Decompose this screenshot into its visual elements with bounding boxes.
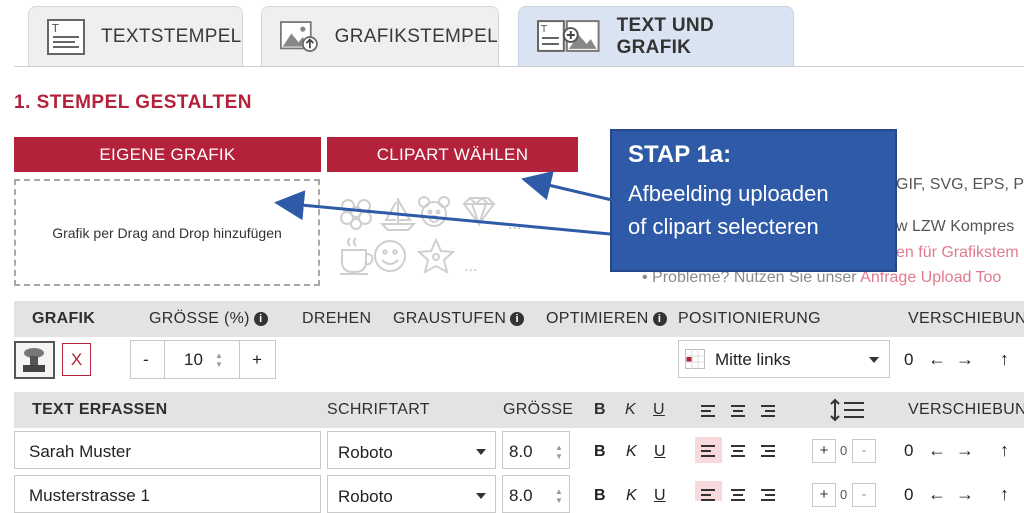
graphic-shift-value: 0 xyxy=(904,350,914,369)
arrow-right-icon[interactable]: → xyxy=(956,484,974,505)
position-grid-icon xyxy=(685,349,705,369)
italic-button-2[interactable]: K xyxy=(626,487,637,505)
bold-button-1[interactable]: B xyxy=(594,443,606,461)
chevron-down-icon xyxy=(476,493,486,499)
spacing-value-2: 0 xyxy=(840,487,848,502)
font-select-1[interactable]: Roboto xyxy=(327,431,496,469)
header-italic: K xyxy=(625,401,636,418)
spacing-plus-1[interactable]: + xyxy=(812,439,836,463)
underline-button-2[interactable]: U xyxy=(654,487,666,505)
info-icon: i xyxy=(652,312,667,326)
position-select[interactable]: Mitte links xyxy=(678,340,890,378)
font-size-input-1[interactable]: 8.0 ▲ ▼ xyxy=(502,431,570,469)
arrow-to-clipart xyxy=(521,170,613,202)
arrow-left-icon[interactable]: ← xyxy=(928,484,946,505)
size-plus-button[interactable]: + xyxy=(252,350,262,370)
header-optimieren: OPTIMIEREN i xyxy=(546,310,667,328)
arrow-left-icon[interactable]: ← xyxy=(928,440,946,461)
bold-button-2[interactable]: B xyxy=(594,487,606,505)
align-icons xyxy=(701,405,775,417)
spacing-value-1: 0 xyxy=(840,443,848,458)
font-size-input-2[interactable]: 8.0 ▲ ▼ xyxy=(502,475,570,513)
arrow-up-icon[interactable]: ↑ xyxy=(1000,349,1009,370)
size-stepper: - 10 ▲ ▼ + xyxy=(130,340,276,379)
text-input-1[interactable]: Sarah Muster xyxy=(14,431,321,469)
arrow-up-icon[interactable]: ↑ xyxy=(1000,484,1009,505)
spacing-minus-1[interactable]: - xyxy=(852,439,876,463)
italic-button-1[interactable]: K xyxy=(626,443,637,461)
align-buttons-1[interactable] xyxy=(701,443,777,459)
chevron-down-icon xyxy=(476,449,486,455)
text-input-2[interactable]: Musterstrasse 1 xyxy=(14,475,321,513)
spacing-plus-2[interactable]: + xyxy=(812,483,836,507)
header-text-erfassen: TEXT ERFASSEN xyxy=(32,401,168,418)
align-buttons-2[interactable] xyxy=(701,487,777,501)
arrow-up-icon[interactable]: ↑ xyxy=(1000,440,1009,461)
header-verschiebung: VERSCHIEBUNG xyxy=(908,310,1024,327)
chevron-down-icon xyxy=(869,357,879,363)
arrow-right-icon[interactable]: → xyxy=(956,440,974,461)
size-minus-button[interactable]: - xyxy=(143,350,149,370)
header-graustufen: GRAUSTUFEN i xyxy=(393,310,525,328)
header-schriftart: SCHRIFTART xyxy=(327,401,430,418)
header-groesse: GRÖSSE (%) i xyxy=(149,310,268,328)
text-header-bar: TEXT ERFASSEN SCHRIFTART GRÖSSE B K U VE… xyxy=(14,392,1024,428)
line-spacing-icon xyxy=(830,398,864,422)
arrow-right-icon[interactable]: → xyxy=(956,349,974,370)
font-select-2[interactable]: Roboto xyxy=(327,475,496,513)
header-grafik: GRAFIK xyxy=(32,310,96,327)
stamp-thumbnail-icon xyxy=(23,348,45,372)
graphic-thumbnail[interactable] xyxy=(14,341,55,379)
header-positionierung: POSITIONIERUNG xyxy=(678,310,821,327)
info-icon: i xyxy=(253,312,268,326)
text-shift-value-1: 0 xyxy=(904,441,914,460)
info-icon: i xyxy=(510,312,525,326)
header-text-groesse: GRÖSSE xyxy=(503,401,574,418)
header-bold: B xyxy=(594,401,606,418)
graphic-header-bar: GRAFIK GRÖSSE (%) i DREHEN GRAUSTUFEN i OP… xyxy=(14,301,1024,337)
underline-button-1[interactable]: U xyxy=(654,443,666,461)
spin-icon[interactable]: ▲ ▼ xyxy=(553,487,565,505)
size-value[interactable]: 10 xyxy=(184,350,203,370)
position-value: Mitte links xyxy=(715,350,791,369)
remove-graphic-button[interactable]: X xyxy=(62,343,91,376)
spin-icon[interactable]: ▲ ▼ xyxy=(553,443,565,461)
arrow-to-dropzone xyxy=(274,190,611,236)
spacing-minus-2[interactable]: - xyxy=(852,483,876,507)
header-drehen: DREHEN xyxy=(302,310,372,327)
header-text-verschiebung: VERSCHIEBUNG xyxy=(908,401,1024,418)
header-underline: U xyxy=(653,401,665,418)
size-spin-icon[interactable]: ▲ ▼ xyxy=(213,351,225,369)
text-shift-value-2: 0 xyxy=(904,485,914,504)
arrow-left-icon[interactable]: ← xyxy=(928,349,946,370)
